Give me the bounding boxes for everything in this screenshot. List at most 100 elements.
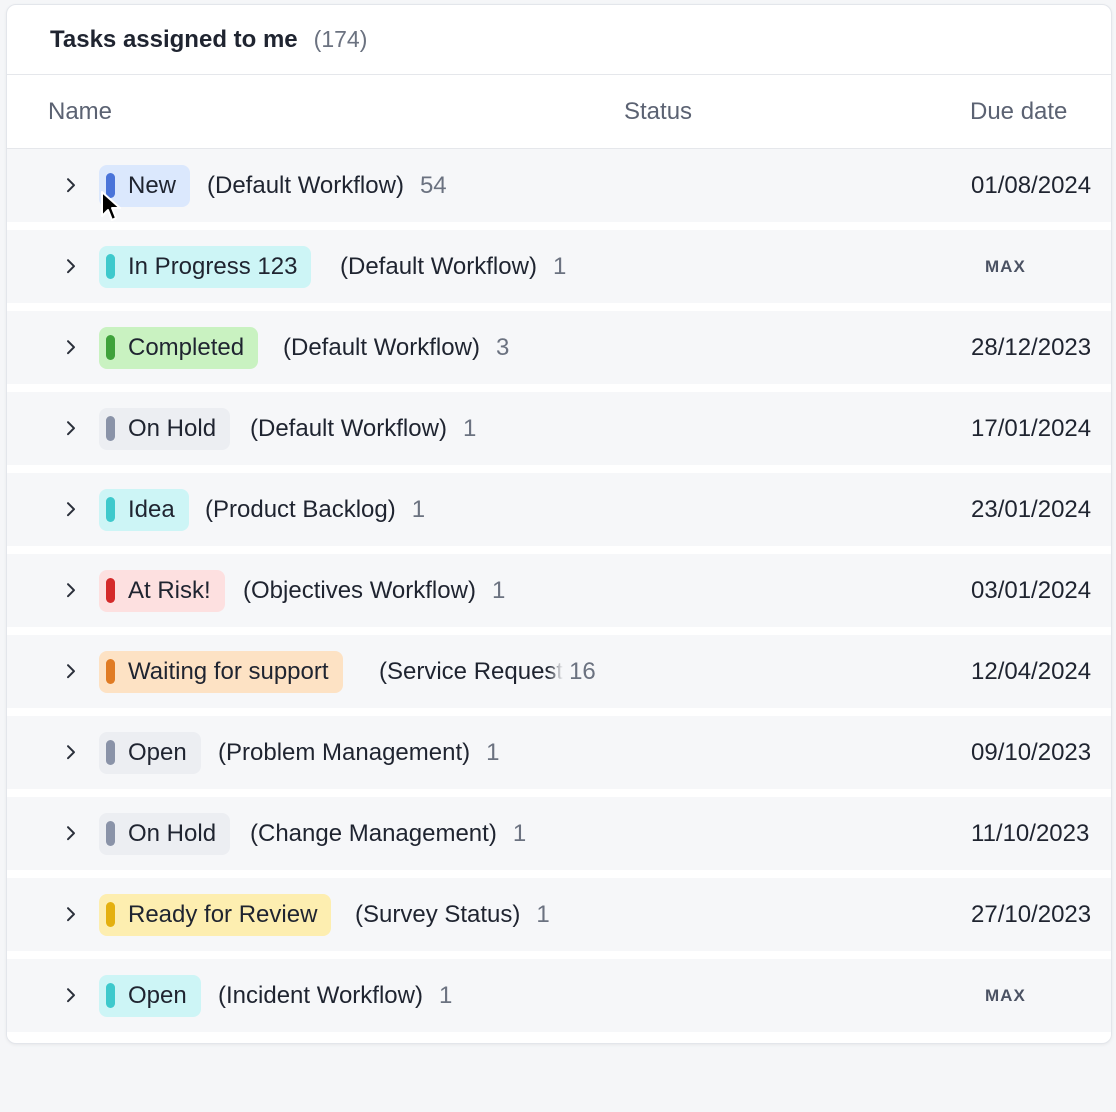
status-color-indicator [106,902,115,927]
workflow-info: (Default Workflow) 54 [207,172,447,200]
task-group-row[interactable]: New (Default Workflow) 54 01/08/2024 [7,149,1111,230]
status-badge[interactable]: On Hold [99,407,231,450]
task-count-in-group: 1 [486,738,500,766]
chevron-right-icon[interactable] [63,420,79,436]
task-group-row[interactable]: Ready for Review (Survey Status) 1 27/10/20… [7,878,1111,959]
status-color-indicator [106,983,115,1008]
workflow-name: (Incident Workflow) [218,981,423,1009]
task-count-in-group: 1 [411,495,426,523]
workflow-name: (Default Workflow) [207,171,404,199]
workflow-name: (Survey Status) [355,900,521,928]
column-due-date[interactable]: Due date [970,98,1067,126]
task-group-row[interactable]: On Hold (Default Workflow) 1 17/01/2024 [7,392,1111,473]
workflow-name: (Problem Management) [218,738,471,766]
column-name[interactable]: Name [48,98,112,126]
due-date: 11/10/2023 [971,819,1090,847]
task-group-row[interactable]: Waiting for support (Service Request 16 12/… [7,635,1111,716]
chevron-right-icon[interactable] [63,258,79,274]
status-badge[interactable]: In Progress 123 [99,245,312,288]
status-color-indicator [106,659,115,684]
chevron-right-icon[interactable] [63,501,79,517]
workflow-name: (Objectives Workflow) [243,576,476,604]
task-count-in-group: 16 [569,657,596,685]
card-header: Tasks assigned to me (174) [7,5,1111,75]
status-badge[interactable]: Open [99,974,201,1017]
status-badge[interactable]: Open [99,731,201,774]
task-group-row[interactable]: Completed (Default Workflow) 3 28/12/2023 [7,311,1111,392]
due-date: MAX [985,985,1026,1005]
workflow-info: (Change Management) 1 [250,820,526,848]
workflow-name: (Default Workflow) [283,333,480,361]
due-date: 03/01/2024 [971,576,1092,604]
workflow-info: (Incident Workflow) 1 [218,982,452,1010]
chevron-right-icon[interactable] [63,906,79,922]
task-group-list: New (Default Workflow) 54 01/08/2024 In Prog… [7,149,1111,1040]
task-group-row[interactable]: Open (Incident Workflow) 1 MAX [7,959,1111,1040]
status-label: On Hold [128,819,217,847]
task-count-in-group: 1 [491,576,506,604]
status-label: Ready for Review [128,900,318,928]
chevron-right-icon[interactable] [63,582,79,598]
task-count-in-group: 3 [495,333,510,361]
chevron-right-icon[interactable] [63,825,79,841]
status-color-indicator [106,821,115,846]
task-count-in-group: 1 [512,819,527,847]
task-group-row[interactable]: On Hold (Change Management) 1 11/10/2023 [7,797,1111,878]
workflow-info: (Problem Management) 1 [218,739,499,767]
workflow-name: (Change Management) [250,819,497,847]
due-date: MAX [985,256,1026,276]
status-badge[interactable]: Completed [99,326,259,369]
workflow-info: (Survey Status) 1 [355,901,550,929]
status-label: In Progress 123 [128,252,298,280]
column-status[interactable]: Status [624,98,692,126]
chevron-right-icon[interactable] [63,339,79,355]
task-group-row[interactable]: Idea (Product Backlog) 1 23/01/2024 [7,473,1111,554]
status-badge[interactable]: At Risk! [99,569,225,612]
due-date: 27/10/2023 [971,900,1092,928]
workflow-name: (Default Workflow) [250,414,447,442]
status-badge[interactable]: New [99,164,191,207]
status-label: Waiting for support [128,657,329,685]
workflow-name: (Service Request [379,657,564,685]
workflow-info: (Objectives Workflow) 1 [243,577,505,605]
task-count-in-group: 54 [419,171,447,199]
status-label: Idea [128,495,175,523]
workflow-info: (Service Request 16 [379,658,596,686]
chevron-right-icon[interactable] [63,177,79,193]
workflow-name: (Product Backlog) [205,495,396,523]
due-date: 01/08/2024 [971,171,1092,199]
workflow-info: (Default Workflow) 1 [250,415,476,443]
chevron-right-icon[interactable] [63,744,79,760]
workflow-info: (Default Workflow) 3 [283,334,509,362]
task-group-row[interactable]: In Progress 123 (Default Workflow) 1 MAX [7,230,1111,311]
status-color-indicator [106,416,115,441]
status-badge[interactable]: Ready for Review [99,893,332,936]
due-date: 09/10/2023 [971,738,1092,766]
due-date: 17/01/2024 [971,414,1092,442]
task-group-row[interactable]: At Risk! (Objectives Workflow) 1 03/01/2024 [7,554,1111,635]
tasks-card: Tasks assigned to me (174) Name Status D… [6,4,1112,1044]
status-color-indicator [106,740,115,765]
status-label: New [128,171,177,199]
due-date: 23/01/2024 [971,495,1092,523]
status-color-indicator [106,497,115,522]
card-title: Tasks assigned to me [50,25,298,53]
status-badge[interactable]: Waiting for support [99,650,343,693]
status-color-indicator [106,173,115,198]
workflow-info: (Product Backlog) 1 [205,496,425,524]
status-label: Open [128,738,187,766]
status-badge[interactable]: On Hold [99,812,231,855]
status-label: On Hold [128,414,217,442]
status-color-indicator [106,335,115,360]
task-count-in-group: 1 [438,981,453,1009]
task-count: (174) [313,26,368,52]
chevron-right-icon[interactable] [63,663,79,679]
chevron-right-icon[interactable] [63,987,79,1003]
due-date: 28/12/2023 [971,333,1092,361]
task-count-in-group: 1 [462,414,477,442]
status-label: Completed [128,333,245,361]
workflow-info: (Default Workflow) 1 [340,253,566,281]
task-group-row[interactable]: Open (Problem Management) 1 09/10/2023 [7,716,1111,797]
status-badge[interactable]: Idea [99,488,189,531]
status-color-indicator [106,254,115,279]
